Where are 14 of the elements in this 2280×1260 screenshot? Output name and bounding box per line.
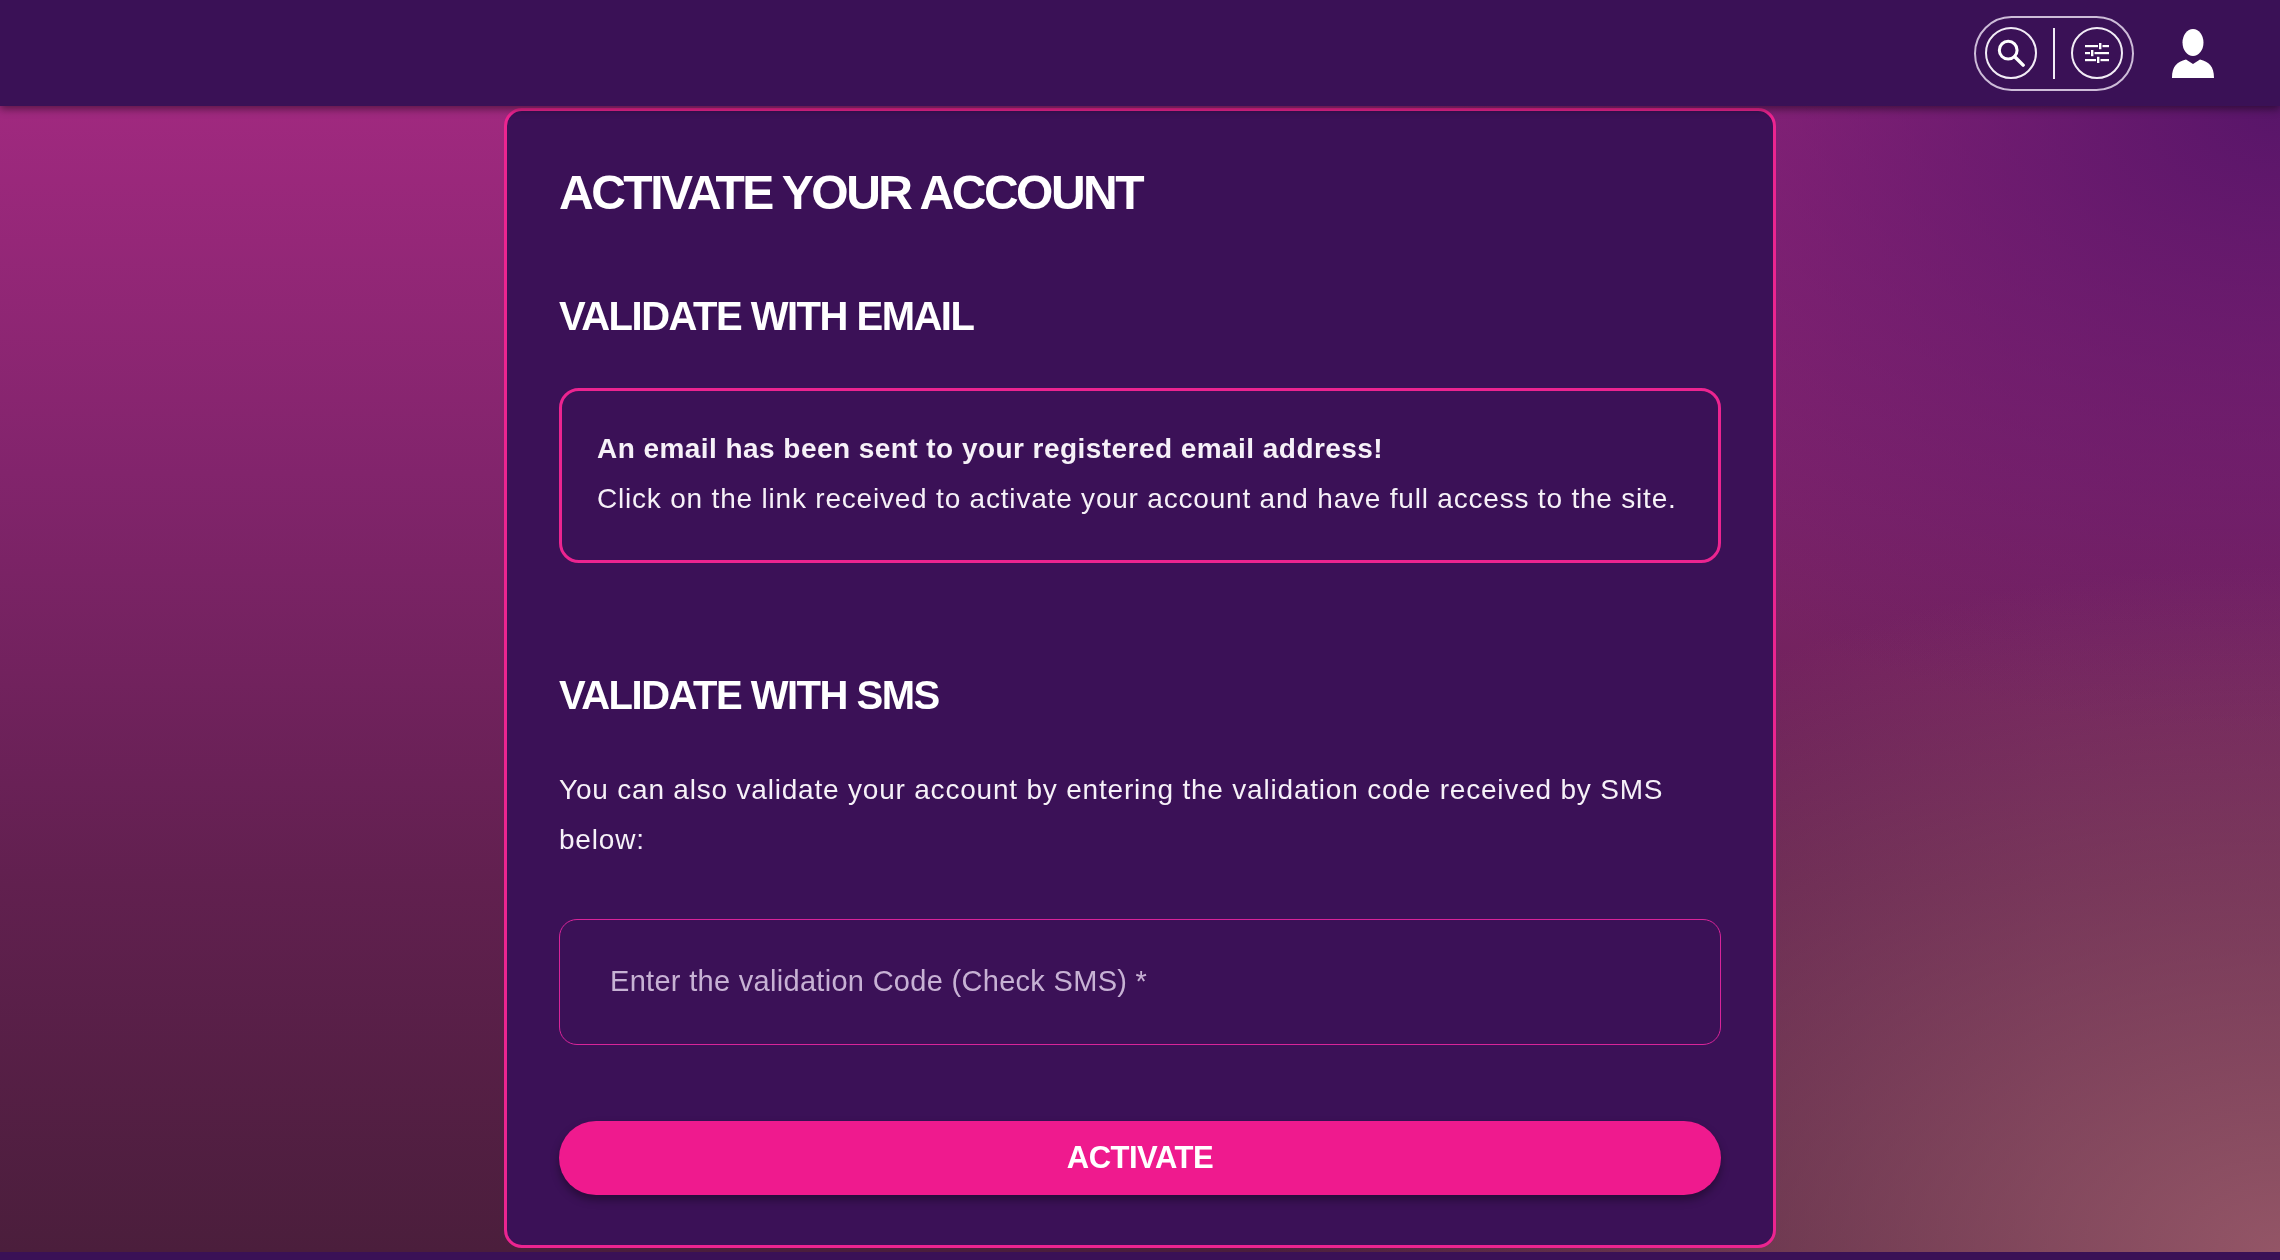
section-heading: VALIDATE WITH EMAIL bbox=[559, 292, 974, 340]
notice-headline: An email has been sent to your registered email address! bbox=[597, 431, 1384, 466]
activate-button[interactable]: ACTIVATE bbox=[559, 1120, 1721, 1195]
validation-code-field[interactable]: Enter the validation Code (Check SMS) * bbox=[559, 918, 1721, 1045]
section-heading: VALIDATE WITH SMS bbox=[559, 671, 939, 719]
account-button[interactable] bbox=[2172, 28, 2214, 78]
card-title: ACTIVATE YOUR ACCOUNT bbox=[559, 165, 1143, 221]
search-button[interactable] bbox=[1985, 27, 2037, 79]
search-icon bbox=[1997, 39, 2025, 67]
notice-message: Click on the link received to activate your account and have full access to the site. bbox=[597, 481, 1677, 516]
filter-button[interactable] bbox=[2071, 27, 2123, 79]
sliders-icon bbox=[2085, 43, 2109, 63]
user-icon bbox=[2172, 28, 2214, 78]
description-text: You can also validate your account by entering the validation code received by SMS below: bbox=[559, 772, 1665, 857]
